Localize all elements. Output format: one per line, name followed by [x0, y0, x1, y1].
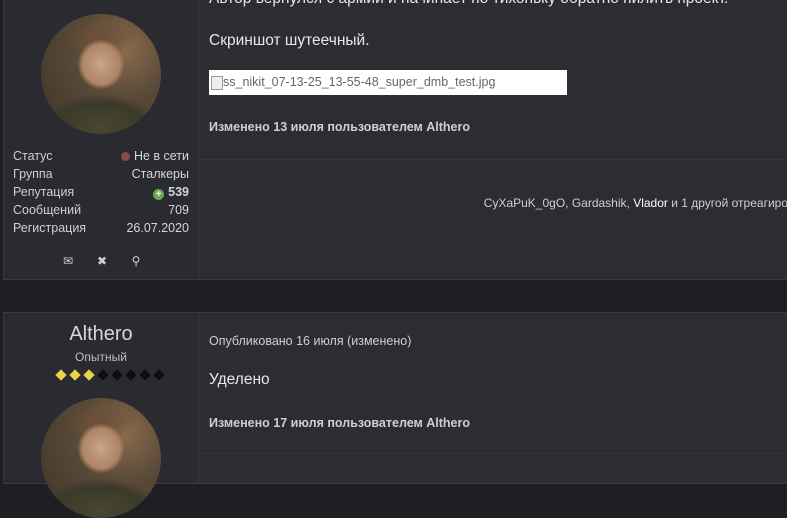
reaction-user-link[interactable]: Vlador [633, 196, 668, 210]
edited-note: Изменено 17 июля пользователем Althero [209, 416, 470, 430]
post-text-line: Автор вернулся с армии и начинает по тих… [209, 0, 728, 8]
search-icon[interactable]: ⚲ [128, 254, 144, 268]
rank-pip-filled [69, 369, 81, 381]
author-sidebar: Статус Не в сети Группа Сталкеры Репутац… [4, 0, 199, 279]
envelope-icon[interactable]: ✉ [60, 254, 76, 268]
status-value: Не в сети [120, 147, 189, 165]
rank-pip-empty [125, 369, 137, 381]
offline-dot-icon [120, 152, 130, 161]
info-label: Репутация [13, 185, 75, 199]
avatar[interactable] [41, 14, 161, 134]
avatar[interactable] [41, 398, 161, 518]
author-actions: ✉ ✖ ⚲ [60, 254, 144, 268]
divider [199, 453, 787, 454]
image-alt-text: ss_nikit_07-13-25_13-55-48_super_dmb_tes… [223, 75, 496, 89]
rank-pip-empty [111, 369, 123, 381]
registration-value: 26.07.2020 [126, 221, 189, 235]
status-text: Не в сети [133, 149, 189, 163]
author-sidebar: Althero Опытный [4, 313, 199, 518]
broken-image-icon [211, 76, 223, 90]
info-row-reputation: Репутация +539 [13, 183, 189, 201]
info-row-posts: Сообщений 709 [13, 201, 189, 219]
broken-image[interactable]: ss_nikit_07-13-25_13-55-48_super_dmb_tes… [209, 70, 567, 95]
group-value: Сталкеры [131, 167, 189, 181]
info-label: Регистрация [13, 221, 87, 235]
posts-value: 709 [168, 203, 189, 217]
info-row-group: Группа Сталкеры [13, 165, 189, 183]
post-content: Опубликовано 16 июля (изменено) Уделено … [199, 313, 787, 483]
reactions-suffix: и 1 другой отреагиро [667, 196, 787, 210]
post-2: Althero Опытный Опубликовано 16 июля (из… [3, 312, 787, 518]
post-text: Уделено [209, 371, 270, 388]
divider [199, 159, 787, 160]
plus-circle-icon: + [153, 189, 165, 200]
info-row-status: Статус Не в сети [13, 147, 189, 165]
author-info: Статус Не в сети Группа Сталкеры Репутац… [13, 147, 189, 237]
post-1: Статус Не в сети Группа Сталкеры Репутац… [3, 0, 787, 280]
close-circle-icon[interactable]: ✖ [94, 254, 110, 268]
info-label: Группа [13, 167, 53, 181]
reactions-summary[interactable]: CyXaPuK_0gO, Gardashik, Vlador и 1 друго… [199, 196, 787, 210]
reputation-value: +539 [153, 183, 189, 201]
info-label: Статус [13, 149, 53, 163]
rank-pip-empty [139, 369, 151, 381]
post-text-line: Скриншот шутеечный. [209, 32, 370, 49]
reactions-users: CyXaPuK_0gO, Gardashik, [483, 196, 634, 210]
info-row-registration: Регистрация 26.07.2020 [13, 219, 189, 237]
published-date[interactable]: Опубликовано 16 июля (изменено) [209, 334, 411, 348]
rank-pip-empty [153, 369, 165, 381]
edited-note: Изменено 13 июля пользователем Althero [209, 120, 470, 134]
author-rank: Опытный [75, 350, 127, 364]
reputation-number: 539 [168, 185, 189, 199]
rank-pips [55, 369, 165, 381]
author-name[interactable]: Althero [4, 323, 198, 346]
rank-pip-filled [55, 369, 67, 381]
post-content: Автор вернулся с армии и начинает по тих… [199, 0, 787, 279]
rank-pip-filled [83, 369, 95, 381]
info-label: Сообщений [13, 203, 82, 217]
rank-pip-empty [97, 369, 109, 381]
